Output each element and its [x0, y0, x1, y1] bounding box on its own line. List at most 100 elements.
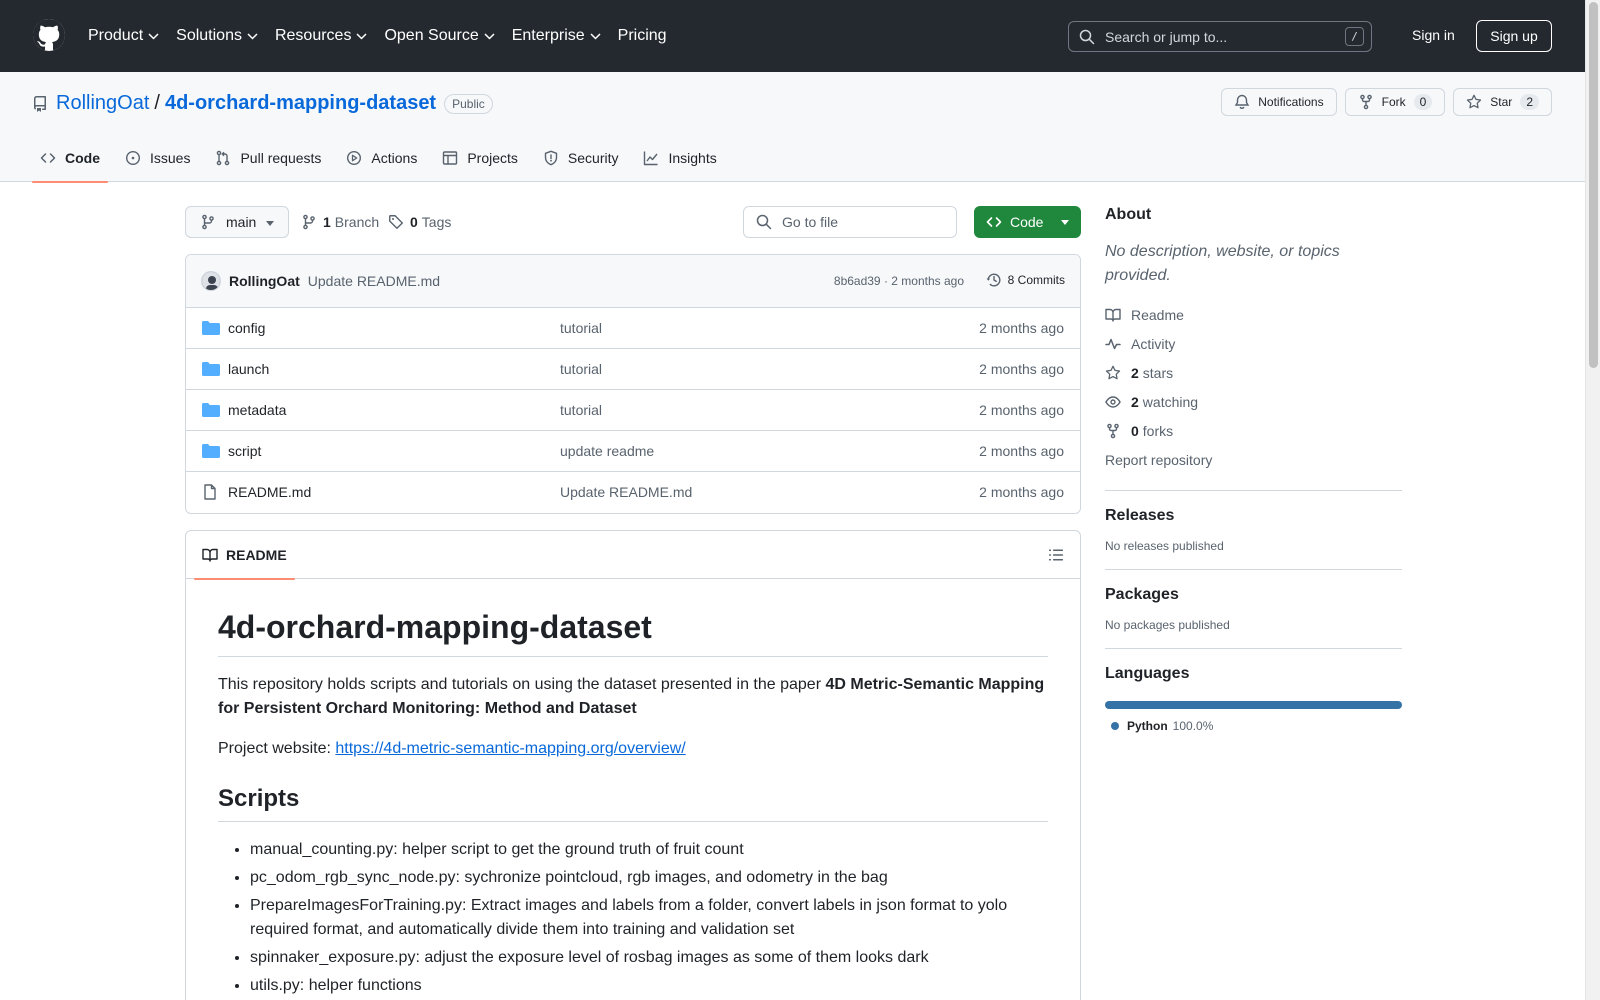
- nav-label: Pricing: [617, 27, 667, 44]
- nav-product[interactable]: Product: [88, 27, 159, 45]
- tag-icon: [389, 215, 403, 229]
- releases-heading[interactable]: Releases: [1105, 507, 1402, 525]
- sidebar-link-stars[interactable]: 2 stars: [1105, 358, 1402, 387]
- language-color-dot: [1111, 722, 1119, 730]
- chevron-down-icon: [356, 32, 367, 40]
- tags-link[interactable]: 0 Tags: [388, 214, 451, 230]
- file-commit-date: 2 months ago: [979, 320, 1064, 336]
- report-repository-link[interactable]: Report repository: [1105, 445, 1402, 474]
- nav-solutions[interactable]: Solutions: [176, 27, 258, 45]
- tab-pull-requests[interactable]: Pull requests: [207, 134, 329, 182]
- tab-issues[interactable]: Issues: [117, 134, 198, 182]
- star-label: Star: [1490, 95, 1513, 109]
- table-row: config tutorial 2 months ago: [186, 308, 1080, 349]
- sidebar-link-label: Activity: [1131, 335, 1176, 352]
- page-scrollbar[interactable]: [1585, 0, 1600, 1000]
- tab-insights[interactable]: Insights: [635, 134, 724, 182]
- branches-link[interactable]: 1 Branch: [301, 214, 379, 230]
- file-list: config tutorial 2 months ago launch tutorial…: [186, 308, 1080, 513]
- table-of-contents-icon[interactable]: [1048, 547, 1064, 563]
- sidebar-link-forks[interactable]: 0 forks: [1105, 416, 1402, 445]
- branch-selector[interactable]: main: [185, 206, 289, 238]
- nav-pricing[interactable]: Pricing: [618, 27, 667, 45]
- file-browser: RollingOat Update README.md 8b6ad39 · 2 …: [185, 254, 1081, 514]
- file-commit-date: 2 months ago: [979, 361, 1064, 377]
- folder-icon: [202, 444, 220, 458]
- file-commit-message-link[interactable]: tutorial: [560, 320, 602, 336]
- file-icon: [204, 484, 216, 500]
- readme-tab[interactable]: README: [194, 531, 295, 580]
- file-name-link[interactable]: launch: [228, 361, 269, 377]
- sign-in-link[interactable]: Sign in: [1412, 27, 1455, 43]
- fork-label: Fork: [1381, 95, 1406, 109]
- packages-empty-text: No packages published: [1105, 618, 1230, 632]
- go-to-file-input[interactable]: Go to file: [743, 206, 957, 238]
- folder-icon: [202, 403, 220, 417]
- code-button-label: Code: [1010, 214, 1044, 230]
- readme-intro: This repository holds scripts and tutori…: [218, 673, 1048, 721]
- commit-message-link[interactable]: Update README.md: [308, 273, 440, 289]
- notifications-button[interactable]: Notifications: [1221, 88, 1337, 116]
- readme-panel: README 4d-orchard-mapping-dataset This r…: [185, 530, 1081, 1000]
- commit-hash-and-time[interactable]: 8b6ad39 · 2 months ago: [834, 274, 964, 288]
- global-nav: Product Solutions Resources Open Source Ente…: [88, 0, 684, 72]
- nav-enterprise[interactable]: Enterprise: [512, 27, 601, 45]
- sidebar-link-label: Readme: [1131, 306, 1184, 323]
- latest-commit-row: RollingOat Update README.md 8b6ad39 · 2 …: [186, 255, 1080, 308]
- sidebar-link-activity[interactable]: Activity: [1105, 329, 1402, 358]
- file-name-link[interactable]: metadata: [228, 402, 286, 418]
- github-logo-icon[interactable]: [33, 19, 65, 51]
- code-dropdown-button[interactable]: Code: [974, 206, 1081, 238]
- file-name-link[interactable]: script: [228, 443, 261, 459]
- sidebar-link-label: forks: [1142, 422, 1174, 439]
- sidebar-link-count: 0: [1131, 422, 1139, 439]
- search-placeholder: Search or jump to...: [1105, 28, 1228, 45]
- sidebar-link-watching[interactable]: 2 watching: [1105, 387, 1402, 416]
- list-item: manual_counting.py: helper script to get…: [250, 838, 1048, 862]
- folder-icon: [202, 362, 220, 376]
- caret-down-icon: [1061, 220, 1069, 225]
- global-search-input[interactable]: Search or jump to... /: [1068, 21, 1372, 52]
- repo-owner-link[interactable]: RollingOat: [56, 92, 149, 115]
- nav-resources[interactable]: Resources: [275, 27, 367, 45]
- repo-title-separator: /: [154, 92, 160, 114]
- list-item: pc_odom_rgb_sync_node.py: sychronize poi…: [250, 866, 1048, 890]
- commit-author-link[interactable]: RollingOat: [229, 273, 300, 289]
- scrollbar-thumb[interactable]: [1589, 2, 1598, 368]
- search-shortcut-key: /: [1345, 27, 1364, 46]
- readme-tab-label: README: [226, 547, 287, 563]
- commits-history-link[interactable]: 8 Commits: [986, 272, 1065, 288]
- language-percent: 100.0%: [1172, 719, 1214, 733]
- tab-code[interactable]: Code: [32, 134, 108, 183]
- file-commit-message-link[interactable]: tutorial: [560, 361, 602, 377]
- avatar[interactable]: [201, 271, 221, 291]
- star-button[interactable]: Star 2: [1453, 88, 1552, 116]
- table-row: launch tutorial 2 months ago: [186, 349, 1080, 390]
- sidebar-link-count: 2: [1131, 364, 1139, 381]
- sign-up-button[interactable]: Sign up: [1476, 20, 1552, 52]
- project-website-link[interactable]: https://4d-metric-semantic-mapping.org/o…: [335, 740, 685, 757]
- releases-empty-text: No releases published: [1105, 539, 1224, 553]
- repository-header: RollingOat / 4d-orchard-mapping-dataset …: [0, 72, 1585, 183]
- file-commit-message-link[interactable]: tutorial: [560, 402, 602, 418]
- file-commit-message-link[interactable]: Update README.md: [560, 484, 692, 500]
- tab-security[interactable]: Security: [535, 134, 627, 182]
- file-commit-date: 2 months ago: [979, 484, 1064, 500]
- fork-icon: [1359, 94, 1372, 110]
- book-icon: [202, 548, 218, 562]
- about-links: Readme Activity 2 stars 2 watching 0 forks: [1105, 300, 1402, 445]
- file-name-link[interactable]: README.md: [228, 484, 311, 500]
- language-item[interactable]: Python 100.0%: [1105, 719, 1402, 733]
- tab-actions[interactable]: Actions: [338, 134, 425, 182]
- readme-intro-text: This repository holds scripts and tutori…: [218, 676, 826, 693]
- repo-name-link[interactable]: 4d-orchard-mapping-dataset: [165, 92, 436, 115]
- packages-heading[interactable]: Packages: [1105, 586, 1402, 604]
- file-name-link[interactable]: config: [228, 320, 265, 336]
- search-icon: [756, 214, 772, 230]
- nav-open-source[interactable]: Open Source: [384, 27, 495, 45]
- sidebar-link-readme[interactable]: Readme: [1105, 300, 1402, 329]
- tab-projects[interactable]: Projects: [434, 134, 526, 182]
- fork-button[interactable]: Fork 0: [1344, 88, 1446, 116]
- file-commit-message-link[interactable]: update readme: [560, 443, 654, 459]
- about-description: No description, website, or topics provi…: [1105, 243, 1340, 284]
